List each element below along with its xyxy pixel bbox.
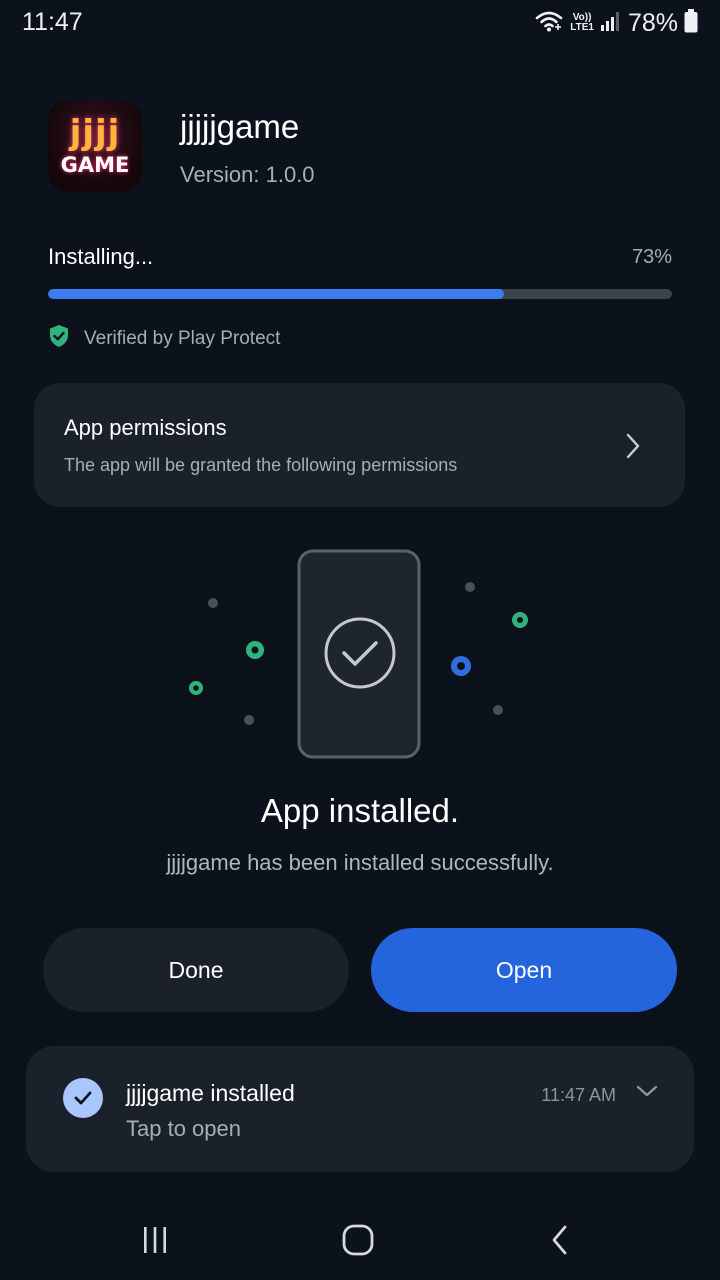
- app-logo-subtext: GAME: [60, 153, 130, 177]
- home-icon[interactable]: [323, 1220, 393, 1260]
- installed-subtitle: jjjjgame has been installed successfully…: [166, 850, 554, 875]
- app-name: jjjjjgame: [180, 108, 300, 145]
- installed-title: App installed.: [260, 792, 460, 829]
- wifi-icon: [534, 9, 564, 38]
- battery-icon: [684, 8, 698, 38]
- progress-fill: [48, 289, 504, 299]
- done-button[interactable]: Done: [43, 928, 349, 1012]
- open-button[interactable]: Open: [371, 928, 677, 1012]
- shield-check-icon: [48, 324, 70, 353]
- installing-label: Installing...: [48, 244, 154, 269]
- status-icons: Vo)) LTE1 78%: [534, 8, 698, 38]
- recents-icon[interactable]: [120, 1220, 190, 1260]
- status-time: 11:47: [22, 8, 83, 36]
- app-permissions-card[interactable]: App permissions The app will be granted …: [34, 383, 685, 507]
- notification-subtitle: Tap to open: [126, 1116, 241, 1141]
- check-circle-icon: [63, 1078, 103, 1118]
- install-success-illustration: [189, 549, 528, 759]
- permissions-subtitle: The app will be granted the following pe…: [64, 455, 458, 475]
- verified-text: Verified by Play Protect: [84, 327, 281, 349]
- app-icon: jjjj GAME: [48, 100, 142, 192]
- app-version: Version: 1.0.0: [180, 162, 315, 187]
- lte-label: LTE1: [570, 22, 594, 33]
- battery-percent: 78%: [627, 8, 678, 37]
- chevron-down-icon[interactable]: [636, 1084, 658, 1103]
- install-notification[interactable]: jjjjgame installed Tap to open 11:47 AM: [26, 1046, 694, 1172]
- play-protect-status: Verified by Play Protect: [48, 324, 280, 353]
- permissions-title: App permissions: [64, 415, 227, 440]
- chevron-right-icon: [625, 433, 641, 464]
- progress-bar: [48, 289, 672, 299]
- progress-percent: 73%: [631, 246, 672, 268]
- signal-icon: [600, 10, 622, 37]
- back-icon[interactable]: [525, 1220, 595, 1260]
- app-logo-text: jjjj: [69, 113, 121, 153]
- notification-time: 11:47 AM: [541, 1085, 616, 1105]
- notification-title: jjjjgame installed: [126, 1080, 295, 1106]
- volte-badge: Vo)) LTE1: [570, 13, 594, 33]
